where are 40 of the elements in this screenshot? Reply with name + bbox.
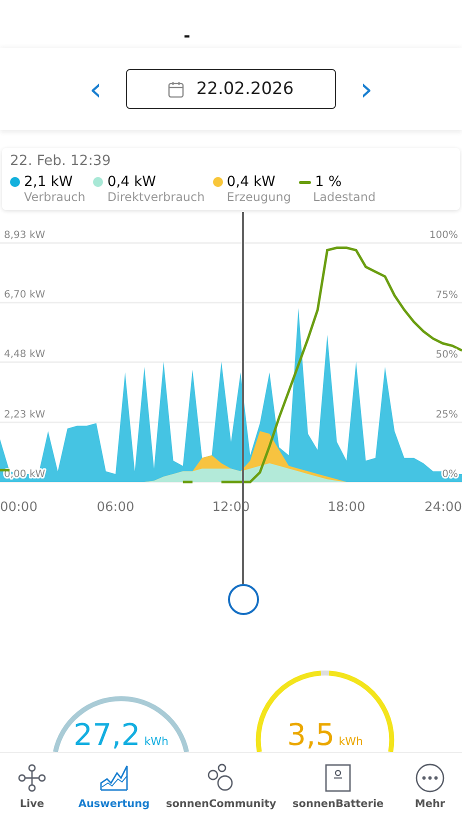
tab[interactable]: Live — [2, 753, 62, 822]
axis-label: 50% — [436, 350, 458, 360]
axis-label: 4,48 kW — [4, 349, 46, 360]
legend-value: 0,4 kW — [226, 174, 276, 190]
axis-label: 25% — [436, 409, 458, 420]
network-icon — [17, 763, 47, 793]
axis-label: 06:00 — [96, 500, 134, 515]
tab[interactable]: sonnenCommunity — [166, 753, 276, 822]
tab[interactable]: Auswertung — [78, 753, 150, 822]
tab[interactable]: sonnenBatterie — [292, 753, 384, 822]
axis-label: 18:00 — [328, 500, 366, 515]
more-icon — [415, 763, 445, 793]
cursor-handle[interactable] — [228, 584, 259, 615]
legend-label: Erzeugung — [226, 190, 291, 205]
calendar-icon — [168, 80, 184, 98]
legend-label: Verbrauch — [23, 190, 86, 205]
axis-label: 24:00 — [424, 500, 462, 515]
legend-value: 2,1 kW — [24, 174, 73, 190]
tab[interactable]: Mehr — [400, 753, 460, 822]
axis-label: 75% — [436, 290, 458, 301]
tooltip-time: 22. Feb. 12:39 — [10, 152, 112, 170]
line-chart-icon — [98, 763, 129, 793]
legend-value: 1 % — [314, 174, 342, 190]
axis-label: 2,23 kW — [4, 409, 46, 420]
date-picker-button[interactable]: 22.02.2026 — [126, 69, 336, 109]
gauge-unit: kWh — [144, 735, 168, 748]
gauge-value: 27,2 — [73, 718, 140, 753]
axis-label: 8,93 kW — [4, 230, 46, 241]
box-icon — [323, 763, 354, 793]
gauge-value: 3,5 — [287, 718, 335, 753]
legend-label: Direktverbrauch — [106, 190, 205, 205]
gauge-unit: kWh — [338, 735, 363, 748]
axis-label: 6,70 kW — [4, 290, 46, 301]
header-title: - — [184, 26, 190, 46]
legend-value: 0,4 kW — [107, 174, 156, 190]
legend-label: Ladestand — [312, 190, 376, 205]
previous-day-button[interactable]: ‹ — [85, 73, 106, 105]
axis-label: 00:00 — [0, 500, 38, 515]
next-day-button[interactable]: › — [356, 73, 377, 105]
axis-label: 100% — [429, 230, 458, 241]
